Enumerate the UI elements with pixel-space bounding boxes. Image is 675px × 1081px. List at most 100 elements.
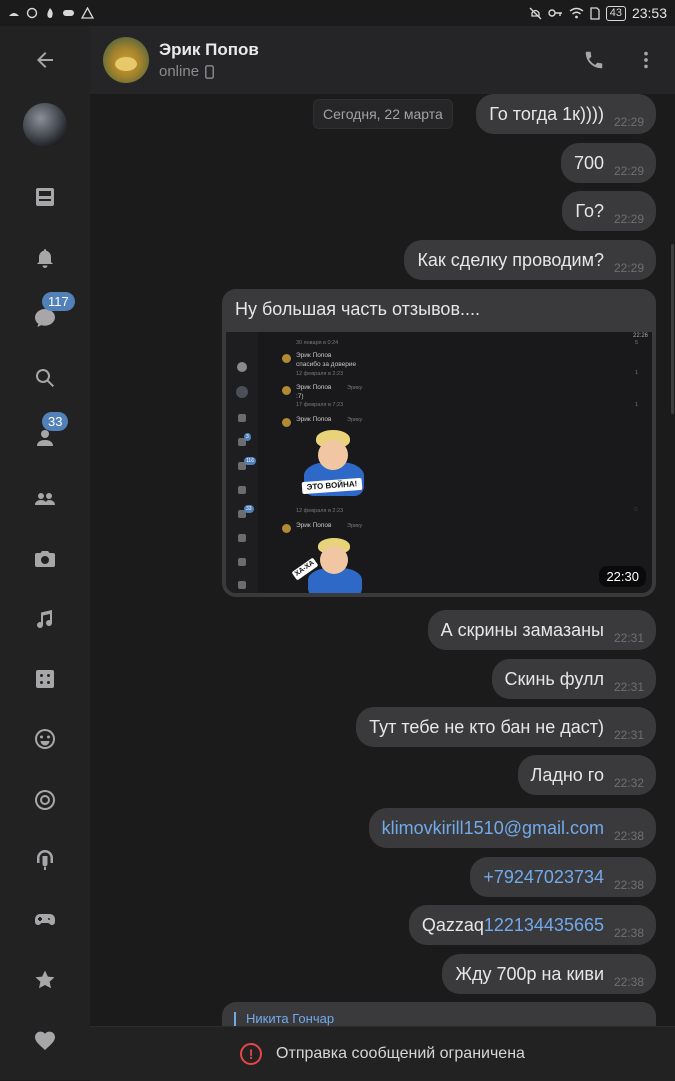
screenshot-badge: 33 (244, 505, 254, 513)
sidebar-item-groups[interactable] (0, 479, 90, 519)
message-text: Го тогда 1к)))) (489, 103, 604, 124)
contact-avatar[interactable] (103, 37, 149, 83)
message-time: 22:38 (613, 878, 644, 892)
messages-badge: 117 (42, 292, 75, 311)
dice-icon (36, 670, 54, 688)
chat-header: Эрик Попов online (90, 26, 675, 95)
sidebar-item-podcasts[interactable] (0, 840, 90, 880)
message-bubble[interactable]: Скинь фулл 22:31 (491, 659, 656, 699)
message-bubble[interactable]: Го тогда 1к)))) 22:29 (476, 94, 656, 134)
message-bubble[interactable]: Го? 22:29 (562, 191, 656, 231)
sidebar-item-notifications[interactable] (0, 238, 90, 278)
message-bubble[interactable]: +79247023734 22:38 (470, 857, 656, 897)
date-divider: Сегодня, 22 марта (313, 99, 453, 129)
system-icons: 43 23:53 (529, 5, 667, 21)
message-text: Скинь фулл (504, 668, 604, 689)
screenshot-entry-text: спасибо за доверие (296, 361, 357, 368)
avatar (23, 103, 67, 147)
screenshot-sidebar: 3 116 33 (226, 332, 258, 593)
sidebar-item-games[interactable] (0, 659, 90, 699)
mute-icon (529, 7, 542, 19)
screenshot-entry-name: Эрик Попов (296, 416, 332, 423)
screenshot-entry-reply: Эрику (347, 417, 363, 423)
message-text: А скрины замазаны (440, 619, 604, 640)
message-bubble[interactable]: Как сделку проводим? 22:29 (404, 240, 656, 280)
message-time: 22:29 (613, 115, 644, 129)
phone-link[interactable]: +79247023734 (483, 867, 604, 888)
screenshot-entry-reply: Эрику (347, 523, 363, 529)
screenshot-groups-icon (238, 534, 246, 542)
number-link[interactable]: 122134435665 (484, 915, 604, 936)
sidebar-item-stickers[interactable] (0, 719, 90, 759)
sidebar-item-music[interactable] (0, 599, 90, 639)
header-actions (583, 49, 657, 71)
screenshot-entry-date: 12 февраля в 2:23 (296, 508, 344, 514)
message-history[interactable]: Сегодня, 22 марта Го тогда 1к)))) 22:29 … (90, 94, 675, 1026)
reply-message-preview[interactable]: Никита Гончар (222, 1002, 656, 1026)
screenshot-status-bar: 22:26 (226, 332, 652, 340)
messaging-restricted-bar: ! Отправка сообщений ограничена (90, 1026, 675, 1081)
reply-author-name[interactable]: Никита Гончар (246, 1011, 334, 1026)
sim-icon (590, 6, 600, 20)
more-options-icon[interactable] (635, 49, 657, 71)
sidebar-item-likes[interactable] (0, 1021, 90, 1061)
game-icon (63, 10, 74, 16)
screenshot-play-icon (238, 581, 246, 589)
sidebar-item-favorites[interactable] (0, 960, 90, 1000)
sidebar-item-photos[interactable] (0, 539, 90, 579)
screenshot-entry-count: 1 (634, 402, 638, 408)
message-time: 22:31 (613, 631, 644, 645)
sidebar-item-search[interactable] (0, 358, 90, 398)
scrollbar[interactable] (671, 244, 674, 414)
message-text: Тут тебе не кто бан не даст) (369, 716, 604, 737)
search-icon (36, 369, 54, 387)
message-time: 22:29 (613, 261, 644, 275)
message-time: 22:32 (613, 776, 644, 790)
screenshot-avatar (236, 386, 248, 398)
message-bubble[interactable]: Тут тебе не кто бан не даст) 22:31 (356, 707, 656, 747)
screenshot-commenter-avatar (282, 354, 291, 363)
screenshot-time: 22:26 (632, 333, 648, 339)
screenshot-entry-name: Эрик Попов (296, 522, 332, 529)
podcast-icon (37, 850, 53, 870)
message-bubble[interactable]: klimovkirill1510@gmail.com 22:38 (368, 808, 656, 848)
message-time: 22:31 (613, 728, 644, 742)
phone-call-icon[interactable] (583, 49, 605, 71)
battery-indicator: 43 (605, 5, 626, 21)
screenshot-entry-date: 12 февраля в 2:23 (296, 371, 344, 377)
sidebar-item-target[interactable] (0, 780, 90, 820)
message-text: Qazzaq (421, 914, 484, 935)
message-bubble[interactable]: Qazzaq 122134435665 22:38 (408, 905, 656, 945)
message-time: 22:31 (613, 680, 644, 694)
sticker-face (318, 440, 348, 470)
android-icon (9, 13, 19, 16)
screenshot-commenter-avatar (282, 386, 291, 395)
email-link[interactable]: klimovkirill1510@gmail.com (382, 818, 604, 839)
message-bubble[interactable]: Жду 700р на киви 22:38 (442, 954, 656, 994)
message-text: Го? (575, 200, 604, 221)
photo-caption: Ну большая часть отзывов.... (235, 299, 481, 319)
sidebar-item-friends[interactable]: 33 (0, 412, 90, 458)
message-bubble[interactable]: Ладно го 22:32 (517, 755, 656, 795)
message-bubble[interactable]: 700 22:29 (560, 143, 656, 183)
photo-message[interactable]: Ну большая часть отзывов.... 3 116 33 22… (222, 289, 656, 597)
contact-info[interactable]: Эрик Попов online (159, 40, 259, 80)
message-bubble[interactable]: А скрины замазаны 22:31 (427, 610, 656, 650)
back-button[interactable] (0, 40, 90, 80)
status-bar: 43 23:53 (0, 0, 675, 26)
wifi-icon (569, 7, 584, 19)
message-time: 22:29 (613, 164, 644, 178)
sticker-laugh: ХА-ХА (291, 536, 372, 593)
sidebar-item-games-pad[interactable] (0, 900, 90, 940)
contact-status: online (159, 63, 259, 80)
photo-time: 22:30 (599, 566, 646, 587)
sticker-war: ЭТО ВОЙНА! (294, 428, 374, 500)
screenshot-entry-date: 30 января в 0:24 (296, 340, 339, 346)
sidebar-item-news[interactable] (0, 177, 90, 217)
sidebar-item-profile[interactable] (0, 102, 90, 148)
sidebar-item-messages[interactable]: 117 (0, 292, 90, 338)
reply-indicator (234, 1012, 236, 1026)
attached-screenshot[interactable]: 3 116 33 22:26 30 января в 0:24 5 Эрик П… (226, 332, 652, 593)
screenshot-entry-name: Эрик Попов (296, 352, 332, 359)
screenshot-camera-icon (238, 558, 246, 566)
